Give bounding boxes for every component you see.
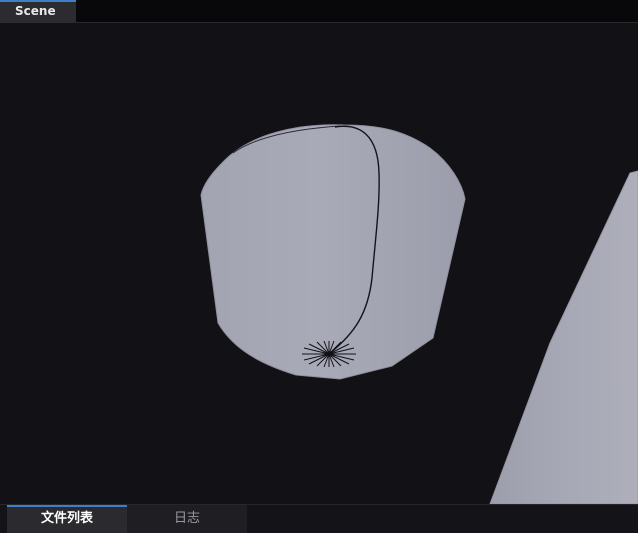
tab-log[interactable]: 日志 — [127, 505, 247, 533]
pivot-gizmo[interactable] — [302, 340, 356, 368]
top-tab-bar: Scene — [0, 0, 638, 23]
scene-viewport[interactable] — [0, 23, 638, 504]
scene-render — [200, 124, 638, 504]
tab-scene[interactable]: Scene — [0, 0, 76, 23]
tab-file-list[interactable]: 文件列表 — [7, 505, 127, 533]
cup-mesh[interactable] — [200, 124, 466, 380]
bottom-tab-bar: 文件列表 日志 — [0, 504, 638, 533]
editor-window: Scene 文件列表 日志 — [0, 0, 638, 533]
slab-mesh[interactable] — [489, 170, 638, 504]
